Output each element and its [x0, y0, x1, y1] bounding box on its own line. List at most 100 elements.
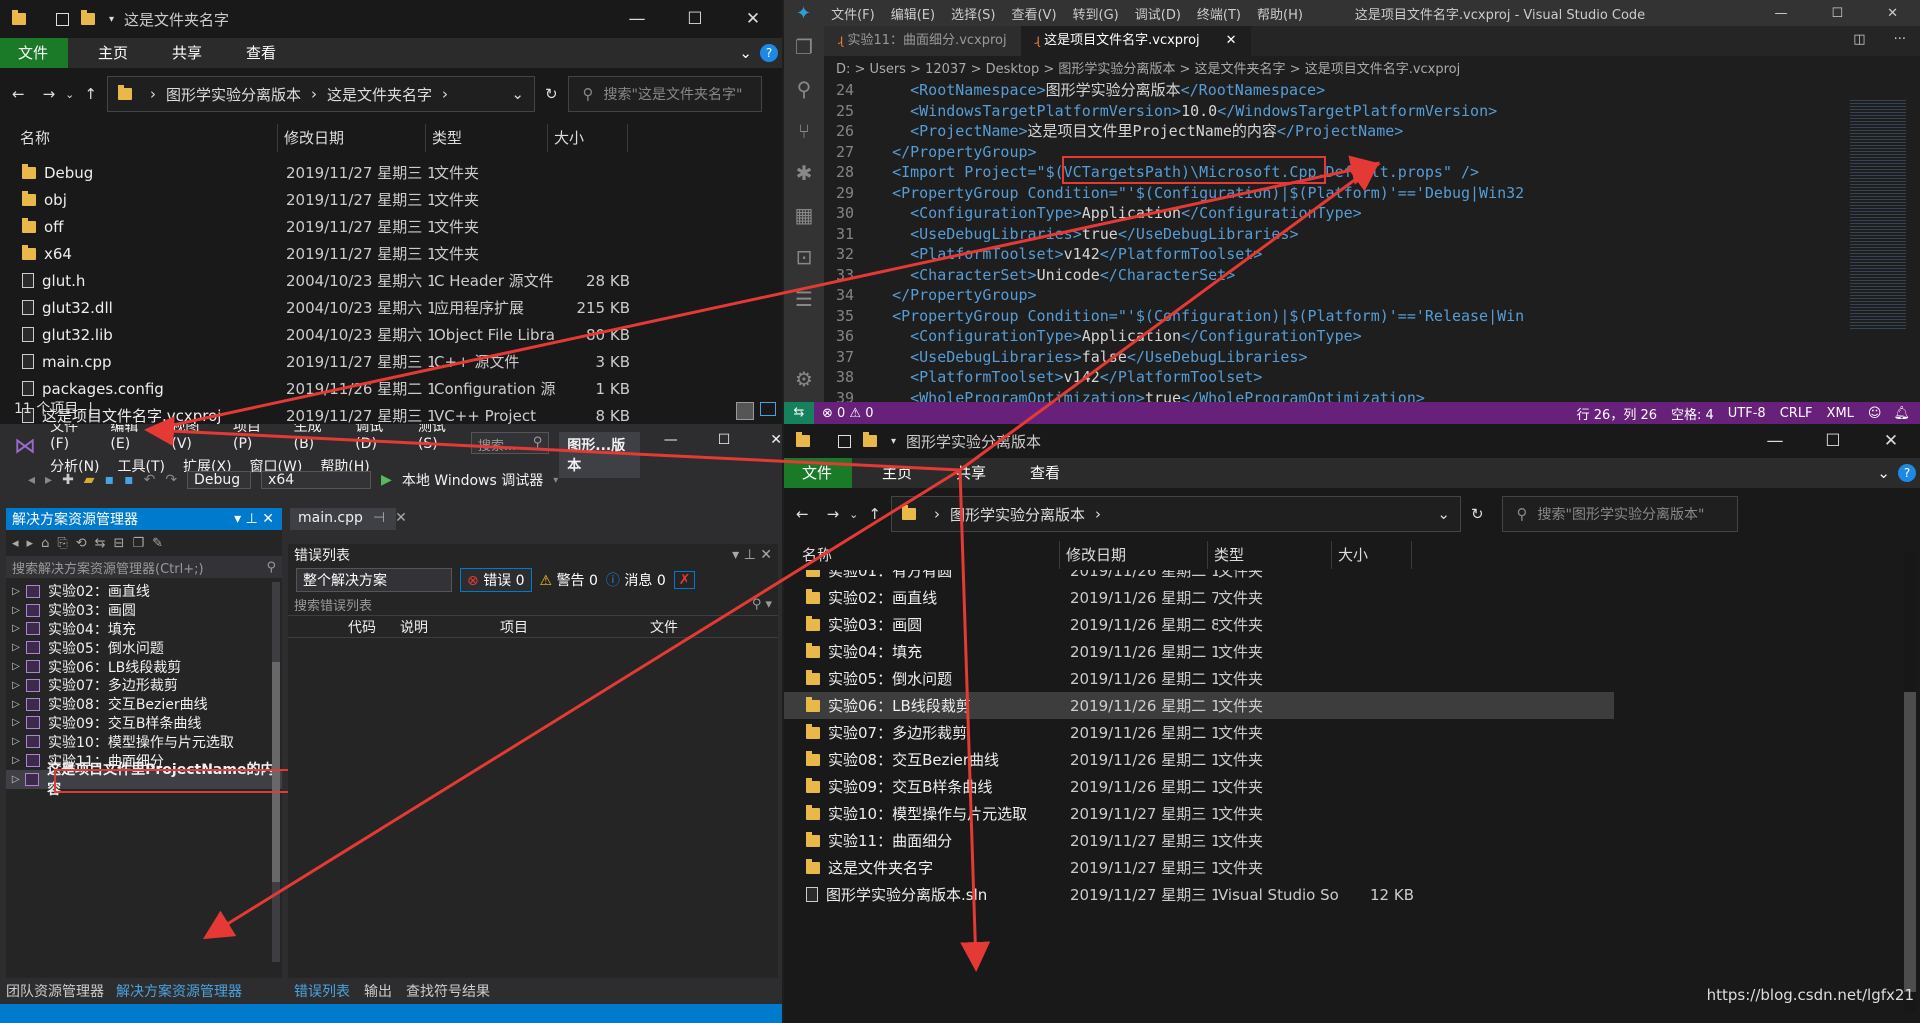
recent-dropdown-icon[interactable]: ⌄	[65, 88, 74, 101]
expand-arrow-icon[interactable]: ▷	[6, 605, 26, 616]
expand-arrow-icon[interactable]: ▷	[6, 774, 25, 785]
file-row[interactable]: 实验09：交互B样条曲线 2019/11/26 星期二 1...文件夹	[784, 773, 1614, 800]
file-row[interactable]: 图形学实验分离版本.sln 2019/11/27 星期三 1...Visual S…	[784, 881, 1614, 908]
run-debugger-button[interactable]: 本地 Windows 调试器	[402, 470, 543, 490]
vs-search-box[interactable]: 搜索... ⚲	[470, 432, 550, 454]
tab-view[interactable]: 查看	[224, 38, 298, 68]
maximize-button[interactable]: ☐	[666, 9, 724, 29]
column-code[interactable]: 代码	[348, 617, 400, 637]
forward-icon[interactable]: ▸	[27, 536, 34, 551]
maximize-button[interactable]: ☐	[1804, 431, 1862, 451]
cursor-position[interactable]: 行 26，列 26	[1577, 404, 1657, 423]
tab-home[interactable]: 主页	[852, 458, 934, 488]
menu-help[interactable]: 帮助(H)	[1249, 4, 1311, 23]
solution-tree-item[interactable]: ▷ 实验08：交互Bezier曲线	[6, 695, 282, 714]
file-row[interactable]: 实验02：画直线 2019/11/26 星期二 7:...文件夹	[784, 584, 1614, 611]
details-view-icon[interactable]	[736, 402, 754, 420]
split-editor-icon[interactable]: ◫	[1839, 26, 1879, 56]
maximize-button[interactable]: ☐	[1809, 6, 1865, 21]
solution-tree-item[interactable]: ▷ 实验09：交互B样条曲线	[6, 714, 282, 733]
file-row[interactable]: 实验03：画圆 2019/11/26 星期二 8:...文件夹	[784, 611, 1614, 638]
copy-icon[interactable]: ❐	[132, 536, 144, 551]
play-icon[interactable]: ▶	[381, 472, 392, 488]
address-bar[interactable]: › 图形学实验分离版本 › 这是文件夹名字 › ⌄	[106, 76, 535, 112]
remote-indicator-icon[interactable]: ⇆	[784, 402, 814, 424]
expand-arrow-icon[interactable]: ▷	[6, 680, 26, 691]
tab-share[interactable]: 共享	[934, 458, 1008, 488]
expand-arrow-icon[interactable]: ▷	[6, 586, 26, 597]
line-ending[interactable]: CRLF	[1780, 406, 1813, 421]
checkbox-icon[interactable]	[56, 12, 69, 26]
solution-tree-item[interactable]: ▷ 实验07：多边形裁剪	[6, 676, 282, 695]
feedback-icon[interactable]: ☺	[1868, 406, 1882, 421]
tab-vcxproj-11[interactable]: ɻ 实验11：曲面细分.vcxproj	[824, 26, 1021, 56]
menu-build[interactable]: 生成(B)	[294, 424, 336, 452]
breadcrumb-item[interactable]: 图形学实验分离版本	[166, 84, 301, 105]
redo-icon[interactable]: ↷	[165, 472, 177, 488]
file-row[interactable]: 实验08：交互Bezier曲线 2019/11/26 星期二 1...文件夹	[784, 746, 1614, 773]
file-row[interactable]: packages.config 2019/11/26 星期二 1...Config…	[0, 375, 782, 402]
file-row[interactable]: glut.h 2004/10/23 星期六 1...C Header 源文件 28 …	[0, 267, 782, 294]
close-button[interactable]: ✕	[1865, 6, 1920, 21]
breadcrumb-item[interactable]: 这是文件夹名字	[327, 84, 432, 105]
refresh-icon[interactable]: ↻	[545, 85, 558, 103]
problems-count[interactable]: ⊗ 0 ⚠ 0	[822, 406, 874, 421]
menu-debug[interactable]: 调试(D)	[1127, 4, 1189, 23]
encoding[interactable]: UTF-8	[1728, 406, 1766, 421]
solution-search[interactable]: 搜索解决方案资源管理器(Ctrl+;) ⚲	[6, 556, 282, 578]
search-icon[interactable]: ⚲	[784, 68, 824, 110]
remote-icon[interactable]: ⊡	[784, 236, 824, 278]
minimize-button[interactable]: —	[608, 9, 666, 29]
close-button[interactable]: ✕	[770, 432, 782, 448]
chevron-down-icon[interactable]: ▾	[553, 475, 558, 486]
file-row[interactable]: 实验07：多边形裁剪 2019/11/26 星期二 1...文件夹	[784, 719, 1614, 746]
recent-dropdown-icon[interactable]: ⌄	[849, 508, 858, 521]
address-bar[interactable]: › 图形学实验分离版本 › ⌄	[890, 496, 1461, 532]
forward-arrow-icon[interactable]: →	[827, 505, 840, 523]
file-row[interactable]: 实验01：有方有圆 2019/11/26 星期二 1...文件夹	[784, 570, 1614, 584]
tab-file[interactable]: 文件	[784, 458, 853, 488]
file-row[interactable]: Debug 2019/11/27 星期三 1...文件夹	[0, 159, 782, 186]
solution-tree-item[interactable]: ▷ 实验03：画圆	[6, 601, 282, 620]
column-type[interactable]: 类型	[1208, 541, 1332, 569]
menu-project[interactable]: 项目(P)	[233, 424, 274, 452]
forward-arrow-icon[interactable]: →	[43, 85, 56, 103]
help-icon[interactable]: ?	[760, 44, 778, 62]
file-row[interactable]: main.cpp 2019/11/27 星期三 1...C++ 源文件 3 KB	[0, 348, 782, 375]
errors-filter-button[interactable]: ⊗ 错误 0	[460, 568, 532, 592]
settings-gear-icon[interactable]: ⚙	[784, 358, 824, 400]
solution-tree-item[interactable]: ▷ 实验02：画直线	[6, 582, 282, 601]
extensions-icon[interactable]: ▦	[784, 194, 824, 236]
switch-view-icon[interactable]: ⎘	[57, 536, 67, 551]
solution-tree-item[interactable]: ▷ 实验10：模型操作与片元选取	[6, 732, 282, 751]
tab-view[interactable]: 查看	[1008, 458, 1082, 488]
close-icon[interactable]: ✕	[1226, 33, 1237, 48]
breadcrumb[interactable]: D: > Users > 12037 > Desktop > 图形学实验分离版本…	[824, 56, 1920, 78]
column-date[interactable]: 修改日期	[278, 124, 426, 152]
file-row[interactable]: 这是项目文件名字.vcxproj2019/11/27 星期三 1...VC++ …	[0, 402, 782, 424]
document-tab[interactable]: main.cpp ⊣ ✕	[290, 508, 407, 530]
file-row[interactable]: glut32.lib 2004/10/23 星期六 1...Object File…	[0, 321, 782, 348]
up-arrow-icon[interactable]: ↑	[868, 505, 881, 523]
history-icon[interactable]: ⟲	[76, 536, 87, 551]
back-icon[interactable]: ◂	[28, 472, 35, 488]
column-description[interactable]: 说明	[400, 617, 500, 637]
column-date[interactable]: 修改日期	[1060, 541, 1208, 569]
expand-arrow-icon[interactable]: ▷	[6, 623, 26, 634]
file-row[interactable]: 这是文件夹名字 2019/11/27 星期三 1...文件夹	[784, 854, 1614, 881]
file-row[interactable]: glut32.dll 2004/10/23 星期六 1...应用程序扩展 215 K…	[0, 294, 782, 321]
minimize-button[interactable]: —	[664, 432, 678, 448]
file-row[interactable]: 实验11：曲面细分 2019/11/27 星期三 1...文件夹	[784, 827, 1614, 854]
file-row[interactable]: x64 2019/11/27 星期三 1...文件夹	[0, 240, 782, 267]
pin-icon[interactable]: ⊣	[373, 510, 385, 528]
tab-solution-explorer[interactable]: 解决方案资源管理器	[116, 981, 242, 1001]
expand-arrow-icon[interactable]: ▷	[6, 736, 26, 747]
close-button[interactable]: ✕	[724, 9, 782, 29]
tab-vcxproj-current[interactable]: ɻ 这是项目文件名字.vcxproj ✕	[1020, 26, 1251, 56]
column-size[interactable]: 大小	[548, 124, 628, 152]
bell-icon[interactable]: 🔔︎	[1893, 406, 1910, 421]
minimize-button[interactable]: —	[1746, 431, 1804, 451]
undo-icon[interactable]: ↶	[144, 472, 156, 488]
menu-file[interactable]: 文件(F)	[50, 424, 90, 452]
menu-view[interactable]: 视图(V)	[171, 424, 213, 452]
